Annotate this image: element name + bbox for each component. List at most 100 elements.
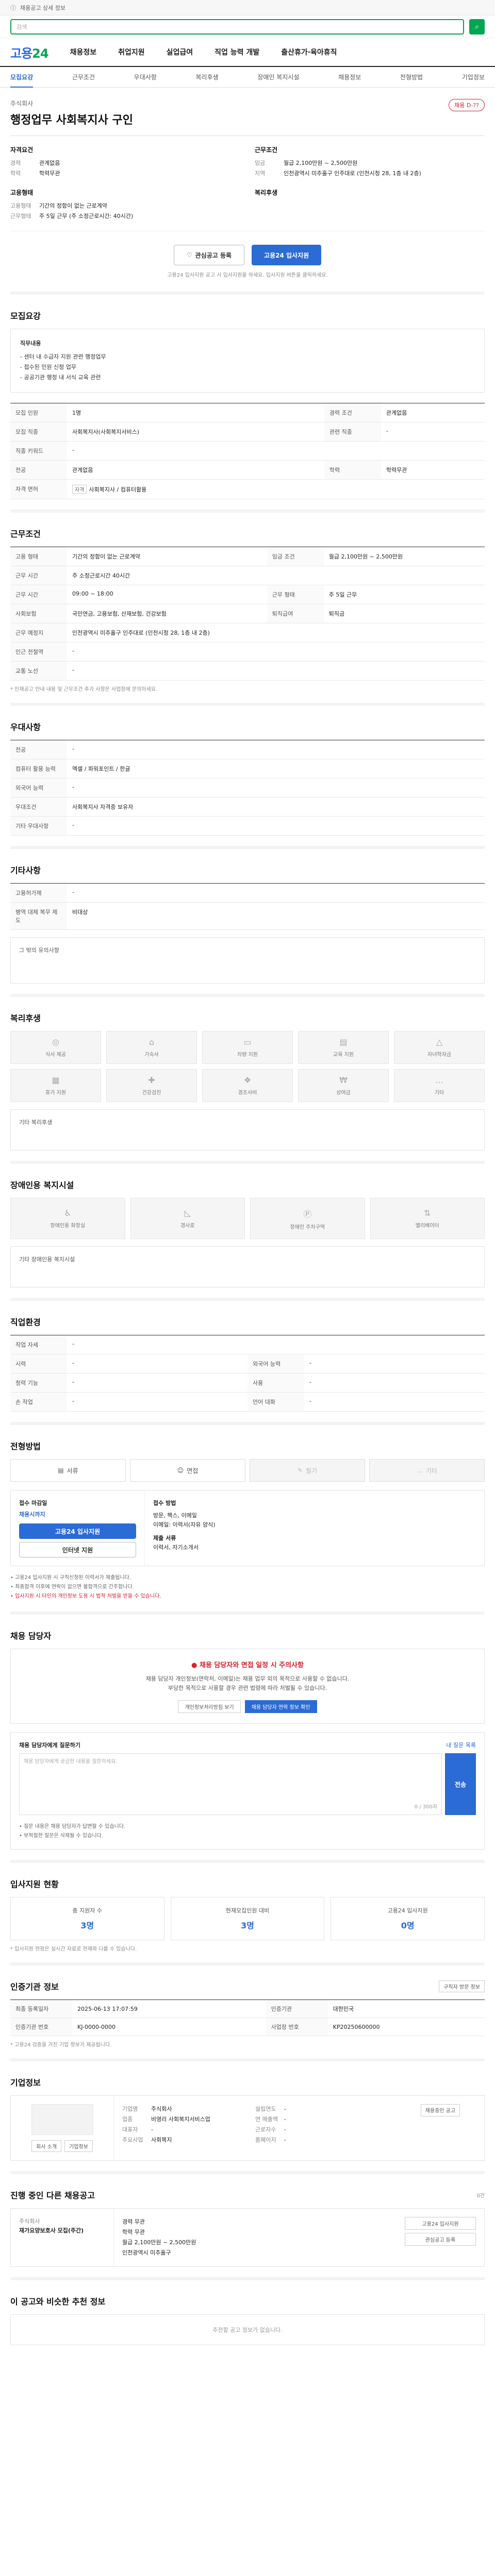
section-job: 직업환경 작업 자세 - 시력 - 외국어 능력 - 청력 기능 - 사용 - 손 작업 - 언어… (10, 1301, 485, 1425)
tab-welfare[interactable]: 복리후생 (195, 73, 218, 81)
manager-alert: ● 채용 담당자와 면접 일정 시 주의사항 채용 담당자 개인정보(연락처, … (10, 1649, 485, 1724)
job-header: 주식회사 행정업무 사회복지사 구인 채용 D-?? (10, 88, 485, 136)
apply-deadline: 접수 마감일 채용시까지 고용24 입사지원 인터넷 지원 (11, 1490, 145, 1566)
etc-note-box: 그 밖의 유의사항 (10, 937, 485, 984)
duty-card: 직무내용 - 센터 내 수급자 지원 관련 행정업무 - 접수된 민원 신청 업… (10, 329, 485, 393)
apply-button-2[interactable]: 고용24 입사지원 (19, 1523, 136, 1539)
ongoing-scrap-button[interactable]: 관심공고 등록 (405, 2233, 476, 2246)
welfare-tile: ❖ 경조사비 (202, 1069, 293, 1102)
job-table: 작업 자세 - 시력 - 외국어 능력 - 청력 기능 - 사용 - 손 작업 - 언어 대화 - (10, 1335, 485, 1412)
section-work: 근무조건 고용 형태 기간의 정함이 없는 근로계약 임금 조건 월급 2,100만원… (10, 513, 485, 706)
welfare-tile: ▭ 차량 지원 (202, 1031, 293, 1064)
tab-prefer[interactable]: 우대사항 (134, 73, 157, 81)
section-reg: 인증기관 정보 구직자 방문 정보 최종 등록일자 2025-06-13 17:0… (10, 1965, 485, 2061)
summary-welfare: 복리후생 (255, 189, 278, 196)
job-actions: ♡ 관심공고 등록 고용24 입사지원 (10, 231, 485, 270)
apply-method: 접수 방법 방문, 팩스, 이메일 이메일: 이력서(자유 양식) 제출 서류 … (153, 1500, 216, 1551)
welfare-tile: ₩ 상여금 (298, 1069, 389, 1102)
apply-button[interactable]: 고용24 입사지원 (252, 245, 322, 265)
health-icon: ✚ (148, 1075, 155, 1085)
company-intro-button[interactable]: 회사 소개 (31, 2140, 62, 2152)
prefer-table: 전공 - 컴퓨터 활용 능력 엑셀 / 파워포인트 / 한글 외국어 능력 - 우대조… (10, 740, 485, 836)
contact-button[interactable]: 채용 담당자 연락 정보 확인 (244, 1700, 317, 1713)
section-welfare: 복리후생 ◎ 식사 제공 ⌂ 기숙사 ▭ 차량 지원 ▤ 교육 지원 △ 자녀학자금 ▦ 휴… (10, 997, 485, 1164)
company-info-button[interactable]: 기업정보 (64, 2140, 93, 2152)
welfare-tile: … 기타 (394, 1069, 485, 1102)
apply-note: 고용24 입사지원 공고 시 입사지원을 하세요. 입사지원 버튼을 클릭하세요… (10, 270, 485, 295)
tab-corp[interactable]: 기업정보 (462, 73, 485, 81)
search-icon: ⌕ (475, 22, 479, 31)
company-logo (31, 2104, 93, 2135)
parking-icon: Ⓟ (303, 1209, 312, 1219)
tab-status[interactable]: 채용정보 (338, 73, 361, 81)
disab-note-box: 기타 장애인용 복지시설 (10, 1246, 485, 1287)
step-document: ▤ 서류 (10, 1459, 126, 1482)
elevator-icon: ⇅ (424, 1208, 431, 1218)
search-bar: 검색 ⌕ (0, 15, 495, 38)
send-button[interactable]: 전송 (445, 1753, 476, 1815)
summary-employment: 고용형태 고용형태 기간의 정함이 없는 근로계약 근무형태 주 5일 근무 (주 … (10, 189, 134, 219)
etc-table: 고용허가제 - 병역 대체 복무 제도 비대상 (10, 883, 485, 930)
section-recommend: 이 공고와 비슷한 추천 정보 추천할 공고 정보가 없습니다. (10, 2280, 485, 2355)
section-disab: 장애인용 복지시설 ♿ 장애인용 화장실 ◺ 경사로 Ⓟ 장애인 주차구역 ⇅ 엘리베이… (10, 1164, 485, 1301)
step-written: ✎ 필기 (250, 1459, 365, 1482)
tab-recruit[interactable]: 모집요강 (10, 73, 34, 88)
scrap-button[interactable]: ♡ 관심공고 등록 (173, 245, 245, 265)
welfare-tile: ▤ 교육 지원 (298, 1031, 389, 1064)
tab-work[interactable]: 근무조건 (72, 73, 95, 81)
ongoing-apply-button[interactable]: 고용24 입사지원 (405, 2217, 476, 2230)
dday-badge: 채용 D-?? (449, 99, 485, 111)
disab-tile: ◺ 경사로 (130, 1198, 245, 1239)
section-process: 전형방법 ▤ 서류 ☺ 면접 ✎ 필기 … 기타 접수 마감일 채용시까지 고용24 입… (10, 1425, 485, 1615)
logo[interactable]: 고용24 (10, 43, 49, 61)
calendar-icon: ▦ (52, 1075, 60, 1085)
company-jobs-button[interactable]: 채용중인 공고 (420, 2104, 460, 2116)
disab-tile: Ⓟ 장애인 주차구역 (250, 1198, 365, 1239)
tab-disab[interactable]: 장애인 복지시설 (257, 73, 299, 81)
cap-icon: △ (436, 1037, 443, 1047)
section-title: 모집요강 (10, 311, 41, 321)
visit-info-button[interactable]: 구직자 방문 정보 (439, 1980, 485, 1992)
work-table: 고용 형태 기간의 정함이 없는 근로계약 임금 조건 월급 2,100만원 ~ 2,… (10, 547, 485, 681)
my-question-link[interactable]: 내 질문 목록 (446, 1741, 476, 1749)
welfare-tile: ◎ 식사 제공 (10, 1031, 101, 1064)
section-status: 입사지원 현황 총 지원자 수 3명 현재모집인원 대비 3명 고용24 입사지원 0… (10, 1863, 485, 1965)
nav-benefit[interactable]: 실업급여 (167, 47, 193, 57)
top-notice: ⓘ 채용공고 상세 정보 (0, 0, 495, 15)
welfare-tile: ⌂ 기숙사 (106, 1031, 197, 1064)
license-tag: 자격 (72, 485, 87, 494)
welfare-grid: ◎ 식사 제공 ⌂ 기숙사 ▭ 차량 지원 ▤ 교육 지원 △ 자녀학자금 ▦ 휴가 지원 … (10, 1031, 485, 1102)
recruit-table: 모집 인원 1명 경력 조건 관계없음 모집 직종 사회복지사(사회복지서비스) 관련 직… (10, 403, 485, 499)
gift-icon: ❖ (243, 1075, 252, 1085)
top-notice-text: 채용공고 상세 정보 (20, 4, 65, 11)
question-textarea[interactable]: 채용 담당자에게 궁금한 내용을 질문하세요. 0 / 300자 (19, 1753, 442, 1815)
heart-icon: ♡ (186, 251, 192, 259)
book-icon: ▤ (339, 1037, 348, 1047)
ongoing-job-card[interactable]: 주식회사 재가요양보호사 모집(주간) 경력 무관 학력 무관 월급 2,100… (10, 2208, 485, 2267)
disab-tile: ♿ 장애인용 화장실 (10, 1198, 125, 1239)
search-button[interactable]: ⌕ (469, 19, 485, 35)
web-apply-button[interactable]: 인터넷 지원 (19, 1542, 136, 1557)
section-etc: 기타사항 고용허가제 - 병역 대체 복무 제도 비대상 그 밖의 유의사항 (10, 849, 485, 997)
privacy-button[interactable]: 개인정보처리방침 보기 (178, 1700, 241, 1713)
section-corp: 기업정보 회사 소개 기업정보 기업명 주식회사 업종 비영리 사회복지서비스업 대… (10, 2061, 485, 2174)
search-input[interactable]: 검색 (10, 19, 464, 35)
status-cards: 총 지원자 수 3명 현재모집인원 대비 3명 고용24 입사지원 0명 (10, 1897, 485, 1940)
meal-icon: ◎ (52, 1037, 59, 1047)
step-etc: … 기타 (369, 1459, 485, 1482)
job-summary: 자격요건 경력 관계없음 학력 학력무관 고용형태 고용형태 기간의 정함이 없는 근… (10, 136, 485, 231)
process-steps: ▤ 서류 ☺ 면접 ✎ 필기 … 기타 (10, 1459, 485, 1482)
tab-process[interactable]: 전형방법 (400, 73, 423, 81)
nav-training[interactable]: 직업 능력 개발 (214, 47, 259, 57)
nav-jobs[interactable]: 채용정보 (70, 47, 97, 57)
nav-leave[interactable]: 출산휴가·육아휴직 (281, 47, 337, 57)
recommend-empty: 추천할 공고 정보가 없습니다. (10, 2314, 485, 2345)
pencil-icon: ✎ (297, 1467, 303, 1474)
info-icon: ⓘ (10, 4, 16, 11)
ramp-icon: ◺ (184, 1208, 191, 1218)
toilet-icon: ♿ (64, 1208, 72, 1218)
corp-card: 회사 소개 기업정보 기업명 주식회사 업종 비영리 사회복지서비스업 대표자 - 주… (10, 2095, 485, 2161)
money-icon: ₩ (339, 1075, 348, 1085)
nav-support[interactable]: 취업지원 (118, 47, 145, 57)
welfare-tile: ▦ 휴가 지원 (10, 1069, 101, 1102)
